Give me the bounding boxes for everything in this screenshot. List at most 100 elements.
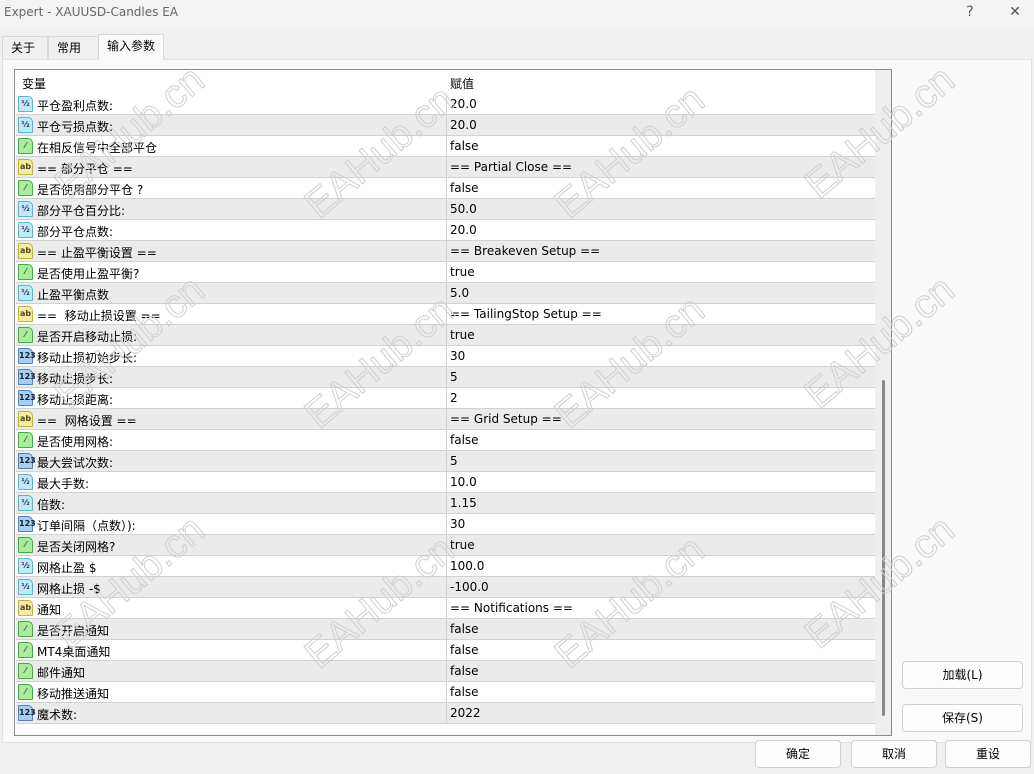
close-button[interactable]: ✕ (998, 0, 1032, 24)
table-row[interactable]: ⁄ 移动推送通知 false (16, 682, 875, 703)
parameter-value[interactable]: == Grid Setup == (446, 409, 562, 430)
double-type-icon: ½ (18, 96, 33, 112)
save-button[interactable]: 保存(S) (902, 704, 1023, 732)
scrollbar-thumb[interactable] (882, 380, 885, 716)
double-type-icon: ½ (18, 579, 33, 595)
vertical-scrollbar[interactable] (875, 70, 891, 735)
parameter-name: 移动止损初始步长: (37, 351, 138, 365)
table-row[interactable]: ½ 网格止损 -$ -100.0 (16, 577, 875, 598)
parameter-name: 是否开启通知 (37, 624, 110, 638)
table-row[interactable]: ⁄ 邮件通知 false (16, 661, 875, 682)
integer-type-icon: 123 (18, 369, 36, 385)
parameter-value[interactable]: 30 (446, 346, 465, 367)
table-row[interactable]: ½ 平仓盈利点数: 20.0 (16, 94, 875, 115)
parameter-value[interactable]: 1.15 (446, 493, 477, 514)
table-row[interactable]: ab == 止盈平衡设置 == == Breakeven Setup == (16, 241, 875, 262)
parameter-value[interactable]: 20.0 (446, 115, 477, 136)
table-row[interactable]: ⁄ 是否关闭网格? true (16, 535, 875, 556)
parameter-value[interactable]: 5 (446, 451, 458, 472)
bool-type-icon: ⁄ (18, 621, 33, 637)
parameter-value[interactable]: false (446, 430, 479, 451)
parameter-name: == 移动止损设置 == (37, 309, 161, 323)
parameter-name: 倍数: (37, 498, 66, 512)
parameter-value[interactable]: true (446, 325, 475, 346)
reset-button[interactable]: 重设 (945, 740, 1031, 768)
table-row[interactable]: 123 魔术数: 2022 (16, 703, 875, 724)
table-row[interactable]: ⁄ 是否使用网格: false (16, 430, 875, 451)
parameter-name: == 止盈平衡设置 == (37, 246, 157, 260)
table-row[interactable]: ab == 部分平仓 == == Partial Close == (16, 157, 875, 178)
parameter-value[interactable]: false (446, 682, 479, 703)
parameter-value[interactable]: 20.0 (446, 220, 477, 241)
parameter-value[interactable]: == Breakeven Setup == (446, 241, 600, 262)
cancel-button[interactable]: 取消 (851, 740, 937, 768)
table-row[interactable]: 123 移动止损距离: 2 (16, 388, 875, 409)
string-type-icon: ab (18, 411, 33, 427)
column-value[interactable]: 赋值 (450, 75, 474, 92)
parameter-name: 是否使用部分平仓 ? (37, 183, 144, 197)
table-row[interactable]: ½ 部分平仓点数: 20.0 (16, 220, 875, 241)
parameter-name: 网格止盈 $ (37, 561, 97, 575)
parameter-value[interactable]: false (446, 640, 479, 661)
table-row[interactable]: ab == 网格设置 == == Grid Setup == (16, 409, 875, 430)
tab-inputs[interactable]: 输入参数 (98, 34, 164, 60)
parameter-value[interactable]: false (446, 178, 479, 199)
bool-type-icon: ⁄ (18, 684, 33, 700)
table-row[interactable]: ½ 最大手数: 10.0 (16, 472, 875, 493)
parameter-value[interactable]: 100.0 (446, 556, 484, 577)
parameter-name: 移动止损距离: (37, 393, 114, 407)
table-row[interactable]: 123 订单间隔（点数）): 30 (16, 514, 875, 535)
parameter-value[interactable]: == Partial Close == (446, 157, 572, 178)
help-button[interactable]: ? (953, 0, 987, 24)
parameter-value[interactable]: 2 (446, 388, 458, 409)
table-row[interactable]: ⁄ 是否开启移动止损: true (16, 325, 875, 346)
parameter-value[interactable]: 50.0 (446, 199, 477, 220)
ok-button[interactable]: 确定 (755, 740, 841, 768)
string-type-icon: ab (18, 600, 33, 616)
parameter-name: 部分平仓点数: (37, 225, 114, 239)
parameter-name: 邮件通知 (37, 666, 86, 680)
table-row[interactable]: 123 移动止损步长: 5 (16, 367, 875, 388)
parameter-value[interactable]: 20.0 (446, 94, 477, 115)
table-row[interactable]: ab 通知 == Notifications == (16, 598, 875, 619)
table-row[interactable]: ⁄ 在相反信号中全部平仓 false (16, 136, 875, 157)
parameter-value[interactable]: -100.0 (446, 577, 489, 598)
parameter-name: 移动止损步长: (37, 372, 114, 386)
table-row[interactable]: ½ 倍数: 1.15 (16, 493, 875, 514)
double-type-icon: ½ (18, 201, 33, 217)
table-row[interactable]: ⁄ 是否开启通知 false (16, 619, 875, 640)
string-type-icon: ab (18, 306, 33, 322)
parameter-value[interactable]: true (446, 262, 475, 283)
parameter-value[interactable]: == TailingStop Setup == (446, 304, 602, 325)
parameter-value[interactable]: 5.0 (446, 283, 469, 304)
table-row[interactable]: ½ 网格止盈 $ 100.0 (16, 556, 875, 577)
bool-type-icon: ⁄ (18, 327, 33, 343)
parameter-value[interactable]: 10.0 (446, 472, 477, 493)
tab-about[interactable]: 关于 (2, 36, 48, 60)
load-button[interactable]: 加载(L) (902, 661, 1023, 689)
bool-type-icon: ⁄ (18, 264, 33, 280)
parameter-value[interactable]: true (446, 535, 475, 556)
parameter-value[interactable]: == Notifications == (446, 598, 573, 619)
tab-common[interactable]: 常用 (48, 36, 100, 60)
column-variable[interactable]: 变量 (22, 75, 46, 92)
parameters-table: 变量 赋值 ½ 平仓盈利点数: 20.0 ½ 平仓亏损点数: 20.0 ⁄ 在相反信… (14, 69, 892, 736)
parameter-value[interactable]: false (446, 661, 479, 682)
table-row[interactable]: ⁄ 是否使用止盈平衡? true (16, 262, 875, 283)
parameter-value[interactable]: false (446, 619, 479, 640)
parameter-value[interactable]: 5 (446, 367, 458, 388)
table-row[interactable]: ab == 移动止损设置 == == TailingStop Setup == (16, 304, 875, 325)
table-row[interactable]: ⁄ 是否使用部分平仓 ? false (16, 178, 875, 199)
table-row[interactable]: ½ 平仓亏损点数: 20.0 (16, 115, 875, 136)
table-row[interactable]: ⁄ MT4桌面通知 false (16, 640, 875, 661)
parameter-value[interactable]: 30 (446, 514, 465, 535)
table-row[interactable]: 123 最大尝试次数: 5 (16, 451, 875, 472)
parameter-name: == 网格设置 == (37, 414, 137, 428)
table-row[interactable]: 123 移动止损初始步长: 30 (16, 346, 875, 367)
parameter-name: == 部分平仓 == (37, 162, 133, 176)
parameter-name: 平仓盈利点数: (37, 99, 114, 113)
parameter-value[interactable]: false (446, 136, 479, 157)
table-row[interactable]: ½ 止盈平衡点数 5.0 (16, 283, 875, 304)
table-row[interactable]: ½ 部分平仓百分比: 50.0 (16, 199, 875, 220)
parameter-value[interactable]: 2022 (446, 703, 481, 724)
